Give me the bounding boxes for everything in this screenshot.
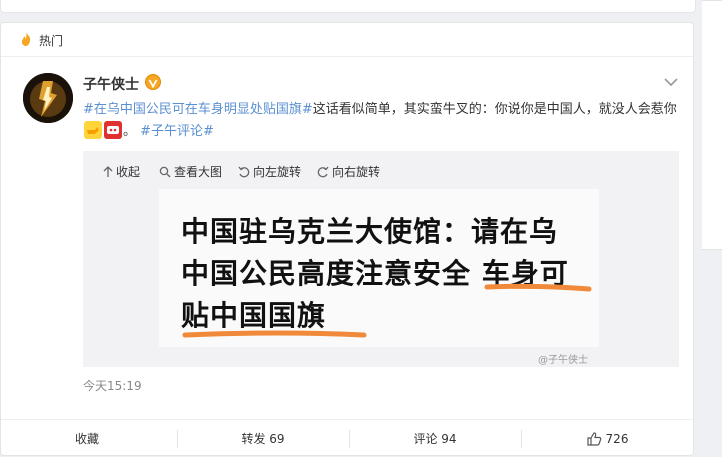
post-text: #在乌中国公民可在车身明显处贴国旗#这话看似简单，其实蛮牛叉的：你说你是中国人，… — [83, 99, 683, 143]
media-toolbar: 收起 查看大图 向左旋转 向右旋转 — [83, 151, 679, 191]
rotate-right-icon — [317, 166, 329, 177]
favorite-button[interactable]: 收藏 — [1, 420, 173, 457]
comment-button[interactable]: 评论 94 — [349, 420, 521, 457]
rotate-left-label: 向左旋转 — [253, 165, 302, 179]
search-icon — [159, 166, 171, 177]
topic-link[interactable]: #在乌中国公民可在车身明显处贴国旗# — [83, 102, 313, 117]
hot-icon — [21, 32, 31, 46]
verified-badge-icon — [145, 74, 161, 90]
thumbs-up-icon — [586, 431, 601, 446]
collapse-icon — [103, 165, 113, 177]
sticker-emoji-icon — [104, 121, 122, 139]
right-side-panel-edge — [702, 0, 722, 250]
repost-label: 转发 69 — [241, 432, 285, 446]
post-body: 这话看似简单，其实蛮牛叉的：你说你是中国人，就没人会惹你 — [312, 102, 677, 117]
topic-link-2[interactable]: #子午评论# — [140, 124, 214, 139]
rotate-right-button[interactable]: 向右旋转 — [317, 163, 380, 180]
rotate-left-button[interactable]: 向左旋转 — [238, 163, 301, 180]
view-large-label: 查看大图 — [174, 165, 223, 179]
rotate-right-label: 向右旋转 — [332, 165, 381, 179]
repost-button[interactable]: 转发 69 — [177, 420, 349, 457]
avatar[interactable] — [23, 73, 73, 123]
hot-label: 热门 — [39, 34, 64, 48]
hot-header: 热门 — [1, 23, 693, 57]
previous-card-edge — [0, 0, 696, 13]
weibo-post-card: 热门 子午侠士 #在乌中国公民可在车身明显处贴国旗#这话看似简单，其实蛮牛叉的：… — [0, 22, 694, 456]
favorite-label: 收藏 — [74, 432, 99, 446]
underline-1 — [484, 283, 592, 292]
action-bar: 收藏 转发 69 评论 94 726 — [1, 419, 693, 457]
like-button[interactable]: 726 — [521, 420, 693, 457]
media-viewer: 收起 查看大图 向左旋转 向右旋转 中国驻乌克兰大使馆：请在乌 中国公民高度注意… — [83, 151, 679, 367]
highlight-underlines — [182, 283, 592, 338]
image-watermark: @子午侠士 — [538, 355, 588, 366]
post-body-tail: 。 — [123, 124, 137, 139]
rotate-left-icon — [238, 166, 250, 177]
avatar-image — [23, 73, 73, 123]
point-hand-emoji-icon — [84, 121, 102, 139]
view-large-button[interactable]: 查看大图 — [159, 163, 222, 180]
comment-label: 评论 94 — [413, 432, 457, 446]
post-time[interactable]: 今天15:19 — [83, 377, 142, 394]
post-image[interactable]: 中国驻乌克兰大使馆：请在乌 中国公民高度注意安全 车身可 贴中国国旗 — [159, 189, 599, 347]
chevron-down-icon[interactable] — [663, 75, 679, 89]
underline-2 — [182, 330, 367, 338]
author-name[interactable]: 子午侠士 — [83, 74, 139, 94]
collapse-label: 收起 — [116, 165, 141, 179]
collapse-button[interactable]: 收起 — [103, 163, 140, 180]
like-count: 726 — [605, 431, 629, 446]
